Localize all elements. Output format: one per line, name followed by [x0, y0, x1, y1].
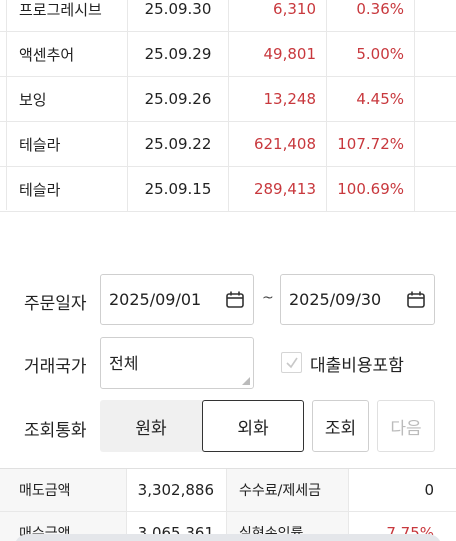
profit-rate: 107.72% [327, 122, 415, 166]
trade-date: 25.09.22 [128, 122, 229, 166]
table-row[interactable]: 액센추어 25.09.29 49,801 5.00% [0, 32, 456, 77]
loan-cost-label: 대출비용포함 [310, 356, 404, 376]
won-button[interactable]: 원화 [100, 400, 202, 452]
profit-rate: 0.36% [327, 0, 415, 31]
table-row[interactable]: 테슬라 25.09.15 289,413 100.69% [0, 167, 456, 212]
calendar-icon[interactable] [407, 291, 425, 308]
check-icon [286, 357, 298, 369]
end-date-value: 2025/09/30 [289, 290, 382, 309]
country-label: 거래국가 [24, 357, 87, 377]
start-date-value: 2025/09/01 [109, 290, 202, 309]
loan-cost-checkbox[interactable] [281, 352, 302, 373]
profit-amount: 6,310 [229, 0, 327, 31]
trade-date: 25.09.15 [128, 167, 229, 211]
start-date-input[interactable]: 2025/09/01 [100, 274, 254, 325]
profit-amount: 621,408 [229, 122, 327, 166]
trade-date: 25.09.30 [128, 0, 229, 31]
stock-name: 테슬라 [0, 167, 128, 211]
calendar-icon[interactable] [226, 291, 244, 308]
stock-name: 테슬라 [0, 122, 128, 166]
resize-handle-icon [242, 377, 250, 385]
summary-value: 0 [424, 481, 434, 499]
order-date-label: 주문일자 [24, 294, 87, 314]
bottom-sheet-handle[interactable] [14, 534, 442, 541]
summary-table: 매도금액 3,302,886 수수료/제세금 0 매수금액 3,065,361 … [0, 468, 456, 541]
table-row[interactable]: 테슬라 25.09.22 621,408 107.72% [0, 122, 456, 167]
date-range-separator: ~ [262, 290, 274, 306]
query-button[interactable]: 조회 [312, 400, 369, 452]
profit-rate: 4.45% [327, 77, 415, 121]
table-row[interactable]: 프로그레시브 25.09.30 6,310 0.36% [0, 0, 456, 32]
foreign-currency-button[interactable]: 외화 [202, 400, 304, 452]
profit-amount: 289,413 [229, 167, 327, 211]
currency-toggle: 원화 외화 [100, 400, 304, 452]
summary-value: 3,302,886 [127, 469, 227, 511]
profit-rate: 100.69% [327, 167, 415, 211]
profit-rate: 5.00% [327, 32, 415, 76]
stock-name: 프로그레시브 [0, 0, 128, 31]
end-date-input[interactable]: 2025/09/30 [280, 274, 435, 325]
currency-label: 조회통화 [24, 421, 87, 441]
summary-row: 매도금액 3,302,886 수수료/제세금 0 [0, 469, 456, 512]
country-value: 전체 [109, 354, 139, 373]
summary-key: 매도금액 [0, 469, 127, 511]
stock-name: 보잉 [0, 77, 128, 121]
trade-history-table: 프로그레시브 25.09.30 6,310 0.36% 액센추어 25.09.2… [0, 0, 456, 212]
trade-date: 25.09.29 [128, 32, 229, 76]
profit-amount: 13,248 [229, 77, 327, 121]
next-button[interactable]: 다음 [377, 400, 435, 452]
country-select[interactable]: 전체 [100, 337, 254, 389]
table-row[interactable]: 보잉 25.09.26 13,248 4.45% [0, 77, 456, 122]
stock-name: 액센추어 [0, 32, 128, 76]
trade-date: 25.09.26 [128, 77, 229, 121]
profit-amount: 49,801 [229, 32, 327, 76]
summary-key: 수수료/제세금 [227, 469, 349, 511]
